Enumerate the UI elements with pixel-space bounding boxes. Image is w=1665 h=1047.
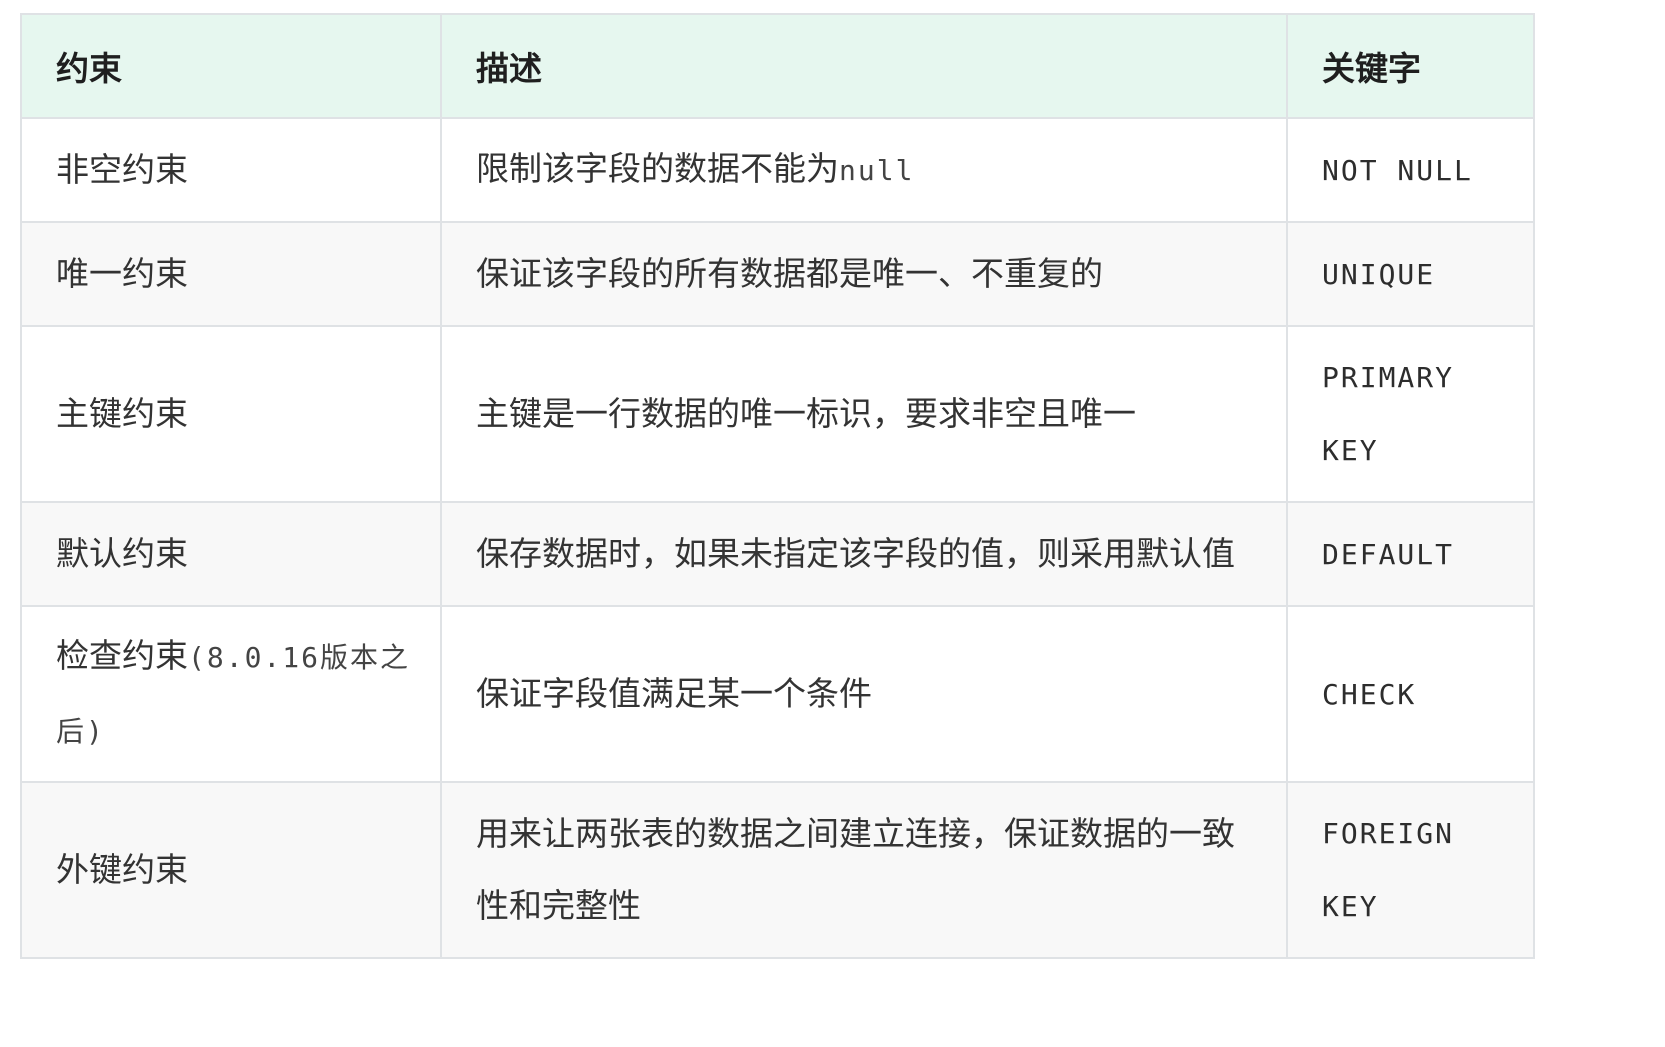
constraint-keyword: CHECK <box>1286 605 1535 783</box>
constraint-name: 外键约束 <box>20 781 442 959</box>
constraint-keyword: FOREIGN KEY <box>1286 781 1535 959</box>
table-row: 外键约束 用来让两张表的数据之间建立连接，保证数据的一致性和完整性 FOREIG… <box>20 781 1535 959</box>
constraint-keyword: DEFAULT <box>1286 501 1535 607</box>
constraint-keyword: UNIQUE <box>1286 221 1535 327</box>
constraint-name-cell: 检查约束(8.0.16版本之后) <box>20 605 442 783</box>
constraint-description: 限制该字段的数据不能为null <box>440 117 1288 223</box>
constraint-keyword: NOT NULL <box>1286 117 1535 223</box>
constraint-description: 主键是一行数据的唯一标识，要求非空且唯一 <box>440 325 1288 503</box>
constraints-table-container: 约束 描述 关键字 非空约束 限制该字段的数据不能为null NOT NULL … <box>20 13 1535 959</box>
constraint-name: 唯一约束 <box>20 221 442 327</box>
constraint-name: 检查约束 <box>56 636 188 675</box>
constraints-table: 约束 描述 关键字 非空约束 限制该字段的数据不能为null NOT NULL … <box>20 13 1535 959</box>
table-row: 非空约束 限制该字段的数据不能为null NOT NULL <box>20 117 1535 223</box>
constraint-description: 保证字段值满足某一个条件 <box>440 605 1288 783</box>
table-row: 主键约束 主键是一行数据的唯一标识，要求非空且唯一 PRIMARY KEY <box>20 325 1535 503</box>
constraint-description: 保存数据时，如果未指定该字段的值，则采用默认值 <box>440 501 1288 607</box>
table-row: 默认约束 保存数据时，如果未指定该字段的值，则采用默认值 DEFAULT <box>20 501 1535 607</box>
constraint-name: 非空约束 <box>20 117 442 223</box>
table-row: 唯一约束 保证该字段的所有数据都是唯一、不重复的 UNIQUE <box>20 221 1535 327</box>
constraint-name: 默认约束 <box>20 501 442 607</box>
description-text: 限制该字段的数据不能为 <box>476 149 839 188</box>
table-header-row: 约束 描述 关键字 <box>20 13 1535 119</box>
header-keyword: 关键字 <box>1286 13 1535 119</box>
constraint-keyword: PRIMARY KEY <box>1286 325 1535 503</box>
header-constraint: 约束 <box>20 13 442 119</box>
constraint-description: 用来让两张表的数据之间建立连接，保证数据的一致性和完整性 <box>440 781 1288 959</box>
description-code: null <box>839 154 915 187</box>
constraint-name: 主键约束 <box>20 325 442 503</box>
header-description: 描述 <box>440 13 1288 119</box>
table-row: 检查约束(8.0.16版本之后) 保证字段值满足某一个条件 CHECK <box>20 605 1535 783</box>
constraint-description: 保证该字段的所有数据都是唯一、不重复的 <box>440 221 1288 327</box>
